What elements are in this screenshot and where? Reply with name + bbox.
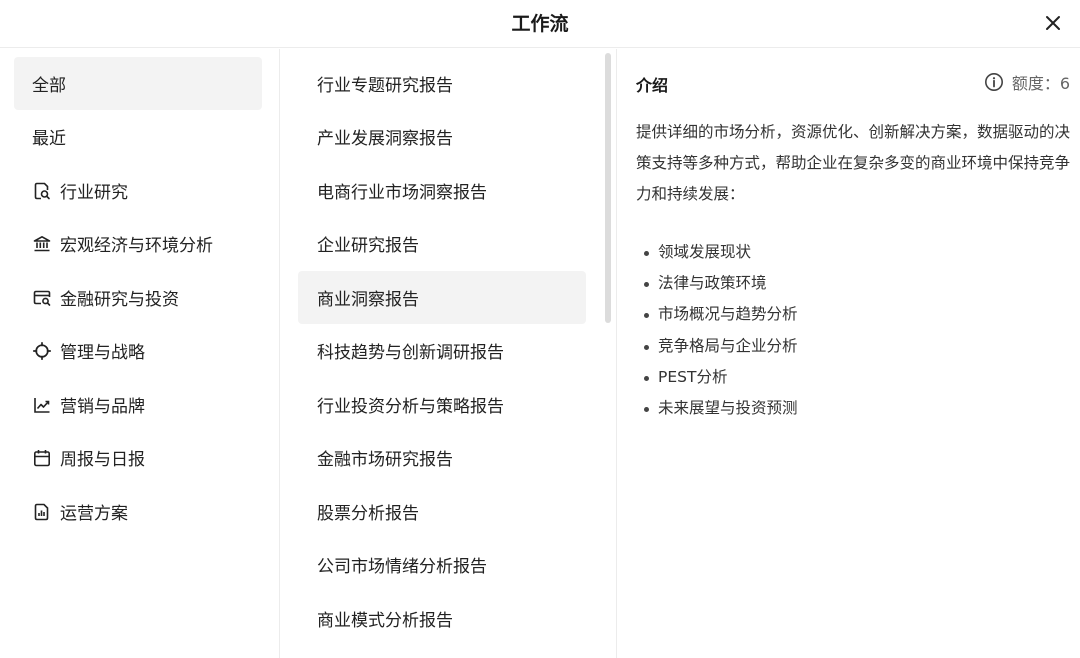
workflow-item[interactable]: 企业研究报告 [298, 217, 586, 270]
list-item: 市场概况与趋势分析 [636, 299, 1076, 330]
workflow-label: 商业模式分析报告 [317, 611, 453, 631]
workflow-item[interactable]: 科技趋势与创新调研报告 [298, 324, 586, 377]
crosshair-icon [32, 341, 52, 361]
workflow-label: 金融市场研究报告 [317, 450, 453, 470]
calendar-icon [32, 448, 52, 468]
trend-chart-icon [32, 395, 52, 415]
workflow-item[interactable]: 产业发展洞察报告 [298, 110, 586, 163]
category-label: 周报与日报 [60, 450, 145, 470]
workflow-item[interactable]: 公司市场情绪分析报告 [298, 538, 586, 591]
detail-description: 提供详细的市场分析，资源优化、创新解决方案，数据驱动的决策支持等多种方式，帮助企… [636, 123, 1071, 203]
workflow-list-scrollbar[interactable] [605, 53, 611, 323]
bank-icon [32, 234, 52, 254]
card-search-icon [32, 288, 52, 308]
document-search-icon [32, 181, 52, 201]
list-item: PEST分析 [636, 362, 1076, 393]
dialog-header: 工作流 [0, 0, 1080, 48]
workflow-item[interactable]: 商业模式分析报告 [298, 592, 586, 645]
list-item: 法律与政策环境 [636, 268, 1076, 299]
category-list: 全部 最近 行业研究 宏观经济与环境分析 金融研究与投资 管理与战略 营销与品牌 [0, 49, 280, 658]
info-icon[interactable] [984, 72, 1004, 92]
category-label: 宏观经济与环境分析 [60, 236, 213, 256]
category-label: 全部 [32, 76, 66, 96]
workflow-item-selected[interactable]: 商业洞察报告 [298, 271, 586, 324]
category-operation-plan[interactable]: 运营方案 [14, 485, 262, 538]
category-label: 行业研究 [60, 183, 128, 203]
category-all[interactable]: 全部 [14, 57, 262, 110]
workflow-item[interactable]: 行业专题研究报告 [298, 57, 586, 110]
category-weekly-daily-report[interactable]: 周报与日报 [14, 431, 262, 484]
category-management-strategy[interactable]: 管理与战略 [14, 324, 262, 377]
list-item: 领域发展现状 [636, 237, 1076, 268]
workflow-label: 电商行业市场洞察报告 [317, 183, 487, 203]
workflow-label: 行业专题研究报告 [317, 76, 453, 96]
category-label: 金融研究与投资 [60, 290, 179, 310]
detail-bullet-list: 领域发展现状 法律与政策环境 市场概况与趋势分析 竞争格局与企业分析 PEST分… [636, 237, 1076, 424]
workflow-label: 公司市场情绪分析报告 [317, 557, 487, 577]
category-label: 管理与战略 [60, 343, 145, 363]
detail-title: 介绍 [636, 76, 669, 95]
category-macro-economy[interactable]: 宏观经济与环境分析 [14, 217, 262, 270]
workflow-label: 股票分析报告 [317, 504, 419, 524]
category-recent[interactable]: 最近 [14, 110, 262, 163]
quota-label: 额度：6 [1011, 74, 1070, 93]
dialog-title: 工作流 [511, 13, 569, 35]
close-button[interactable] [1042, 12, 1064, 34]
workflow-item[interactable]: 电商行业市场洞察报告 [298, 164, 586, 217]
category-finance-investment[interactable]: 金融研究与投资 [14, 271, 262, 324]
workflow-list: 行业专题研究报告 产业发展洞察报告 电商行业市场洞察报告 企业研究报告 商业洞察… [281, 49, 617, 658]
category-label: 最近 [32, 129, 66, 149]
category-label: 营销与品牌 [60, 397, 145, 417]
workflow-label: 商业洞察报告 [317, 290, 419, 310]
workflow-item[interactable]: 金融市场研究报告 [298, 431, 586, 484]
workflow-detail-panel: 介绍 额度：6 提供详细的市场分析，资源优化、创新解决方案，数据驱动的决策支持等… [618, 49, 1080, 658]
list-item: 竞争格局与企业分析 [636, 331, 1076, 362]
workflow-label: 企业研究报告 [317, 236, 419, 256]
category-industry-research[interactable]: 行业研究 [14, 164, 262, 217]
list-item: 未来展望与投资预测 [636, 393, 1076, 424]
close-icon [1046, 16, 1060, 30]
workflow-item[interactable]: 行业投资分析与策略报告 [298, 378, 586, 431]
workflow-label: 科技趋势与创新调研报告 [317, 343, 504, 363]
workflow-item[interactable]: 股票分析报告 [298, 485, 586, 538]
workflow-label: 产业发展洞察报告 [317, 129, 453, 149]
report-chart-icon [32, 502, 52, 522]
workflow-label: 行业投资分析与策略报告 [317, 397, 504, 417]
category-marketing-brand[interactable]: 营销与品牌 [14, 378, 262, 431]
quota-indicator[interactable]: 额度：6 [984, 70, 1070, 94]
category-label: 运营方案 [60, 504, 128, 524]
